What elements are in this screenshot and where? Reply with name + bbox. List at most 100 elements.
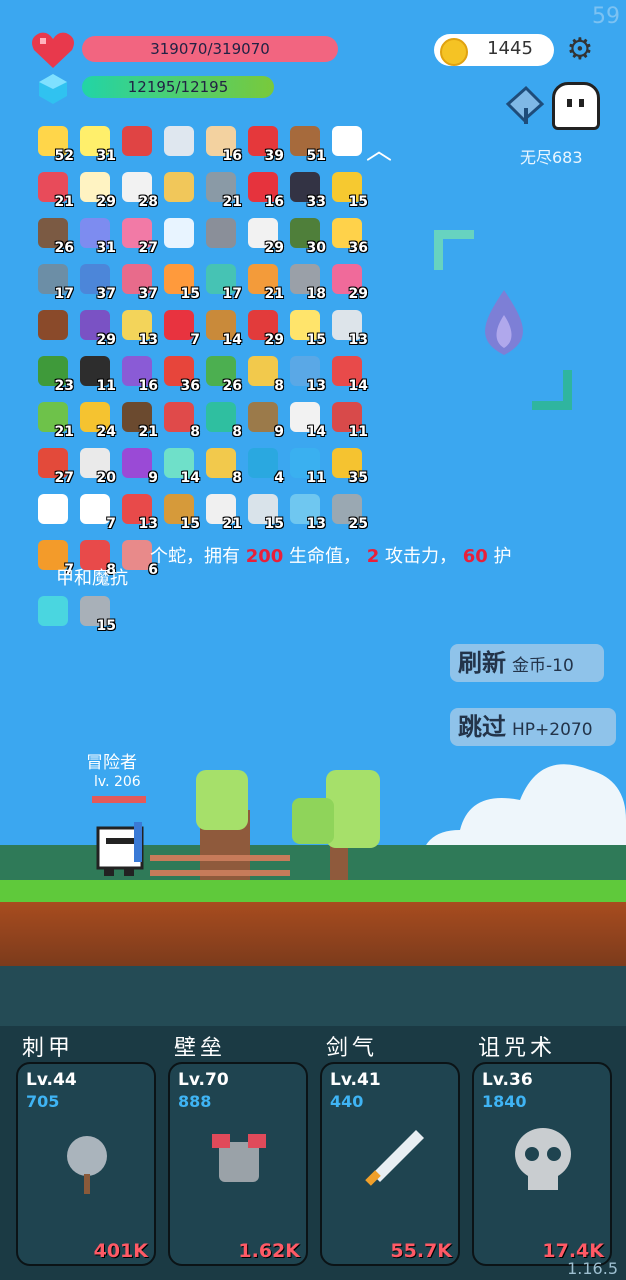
- item-count: 20: [96, 470, 116, 486]
- inventory-item[interactable]: 26: [34, 216, 74, 256]
- inventory-item[interactable]: 27: [118, 216, 158, 256]
- inventory-item[interactable]: 36: [160, 354, 200, 394]
- inventory-item[interactable]: 33: [286, 170, 326, 210]
- inventory-item[interactable]: 14: [286, 400, 326, 440]
- inventory-item[interactable]: 37: [76, 262, 116, 302]
- inventory-item[interactable]: 16: [118, 354, 158, 394]
- inventory-item[interactable]: 29: [244, 216, 284, 256]
- skill-title: 诅咒术: [478, 1036, 557, 1061]
- skill-damage: 1.62K: [238, 1240, 300, 1262]
- inventory-item[interactable]: [160, 170, 200, 210]
- inventory-item[interactable]: [34, 594, 74, 634]
- inventory-item[interactable]: 52: [34, 124, 74, 164]
- inventory-item[interactable]: 15: [76, 594, 116, 634]
- inventory-item[interactable]: 29: [328, 262, 368, 302]
- inventory-item[interactable]: 21: [202, 492, 242, 532]
- inventory-item[interactable]: 51: [286, 124, 326, 164]
- skill-card[interactable]: Lv.44 705 401K: [16, 1062, 156, 1266]
- inventory-item[interactable]: 29: [76, 308, 116, 348]
- desc-text: 个蛇，拥有: [150, 546, 246, 567]
- skill-card[interactable]: Lv.70 888 1.62K: [168, 1062, 308, 1266]
- inventory-item[interactable]: [160, 216, 200, 256]
- magnet-icon: [122, 126, 152, 156]
- ghost-character-button[interactable]: [552, 82, 600, 130]
- inventory-item[interactable]: 15: [160, 492, 200, 532]
- endless-mode-icon[interactable]: [504, 84, 546, 126]
- inventory-item[interactable]: 13: [118, 308, 158, 348]
- item-count: 13: [138, 516, 158, 532]
- inventory-item[interactable]: 27: [34, 446, 74, 486]
- inventory-item[interactable]: 13: [118, 492, 158, 532]
- inventory-item[interactable]: 8: [160, 400, 200, 440]
- inventory-item[interactable]: 14: [328, 354, 368, 394]
- collapse-caret-icon[interactable]: ︿: [366, 130, 394, 166]
- endless-level-label: 无尽683: [520, 148, 583, 167]
- inventory-item[interactable]: 15: [244, 492, 284, 532]
- inventory-item[interactable]: 36: [328, 216, 368, 256]
- inventory-item[interactable]: 30: [286, 216, 326, 256]
- inventory-item[interactable]: 11: [286, 446, 326, 486]
- inventory-item[interactable]: 8: [202, 400, 242, 440]
- inventory-item[interactable]: 11: [76, 354, 116, 394]
- inventory-item[interactable]: 16: [202, 124, 242, 164]
- inventory-item[interactable]: 17: [202, 262, 242, 302]
- inventory-item[interactable]: 29: [76, 170, 116, 210]
- item-count: 15: [306, 332, 326, 348]
- skill-card[interactable]: Lv.36 1840 17.4K: [472, 1062, 612, 1266]
- inventory-item[interactable]: 21: [34, 170, 74, 210]
- inventory-item[interactable]: 8: [244, 354, 284, 394]
- inventory-item[interactable]: 14: [202, 308, 242, 348]
- question-mark-icon: [332, 126, 362, 156]
- inventory-item[interactable]: 17: [34, 262, 74, 302]
- inventory-item[interactable]: 13: [328, 308, 368, 348]
- inventory-item[interactable]: [328, 124, 368, 164]
- inventory-item[interactable]: 15: [286, 308, 326, 348]
- inventory-item[interactable]: 37: [118, 262, 158, 302]
- inventory-item[interactable]: 15: [328, 170, 368, 210]
- inventory-item[interactable]: [34, 492, 74, 532]
- inventory-item[interactable]: 7: [76, 492, 116, 532]
- hero-knight-sprite[interactable]: [94, 818, 158, 878]
- inventory-item[interactable]: 13: [286, 354, 326, 394]
- inventory-item[interactable]: [118, 124, 158, 164]
- inventory-item[interactable]: 13: [286, 492, 326, 532]
- skill-card[interactable]: Lv.41 440 55.7K: [320, 1062, 460, 1266]
- inventory-item[interactable]: 4: [244, 446, 284, 486]
- inventory-item[interactable]: 9: [118, 446, 158, 486]
- inventory-item[interactable]: 28: [118, 170, 158, 210]
- inventory-item[interactable]: 7: [160, 308, 200, 348]
- skill-title: 剑气: [326, 1036, 379, 1061]
- inventory-item[interactable]: [160, 124, 200, 164]
- inventory-item[interactable]: 8: [202, 446, 242, 486]
- inventory-item[interactable]: [202, 216, 242, 256]
- skill-level: Lv.44: [26, 1070, 77, 1090]
- inventory-item[interactable]: 24: [76, 400, 116, 440]
- inventory-item[interactable]: 11: [328, 400, 368, 440]
- inventory-item[interactable]: 31: [76, 124, 116, 164]
- inventory-item[interactable]: 31: [76, 216, 116, 256]
- item-count: 29: [96, 194, 116, 210]
- skip-button[interactable]: 跳过 HP+2070: [450, 708, 616, 746]
- inventory-item[interactable]: 21: [202, 170, 242, 210]
- inventory-item[interactable]: 21: [244, 262, 284, 302]
- inventory-item[interactable]: 29: [244, 308, 284, 348]
- inventory-item[interactable]: 35: [328, 446, 368, 486]
- inventory-item[interactable]: 39: [244, 124, 284, 164]
- inventory-item[interactable]: 9: [244, 400, 284, 440]
- inventory-item[interactable]: 21: [118, 400, 158, 440]
- item-count: 4: [274, 470, 284, 486]
- inventory-item[interactable]: 20: [76, 446, 116, 486]
- inventory-item[interactable]: 21: [34, 400, 74, 440]
- inventory-item[interactable]: 15: [160, 262, 200, 302]
- refresh-button[interactable]: 刷新 金币-10: [450, 644, 604, 682]
- inventory-item[interactable]: 23: [34, 354, 74, 394]
- inventory-item[interactable]: 18: [286, 262, 326, 302]
- inventory-item[interactable]: 14: [160, 446, 200, 486]
- item-count: 29: [264, 240, 284, 256]
- inventory-item[interactable]: 25: [328, 492, 368, 532]
- inventory-item[interactable]: 26: [202, 354, 242, 394]
- item-count: 13: [348, 332, 368, 348]
- inventory-item[interactable]: [34, 308, 74, 348]
- inventory-item[interactable]: 16: [244, 170, 284, 210]
- settings-gear-icon[interactable]: ⚙: [564, 34, 596, 66]
